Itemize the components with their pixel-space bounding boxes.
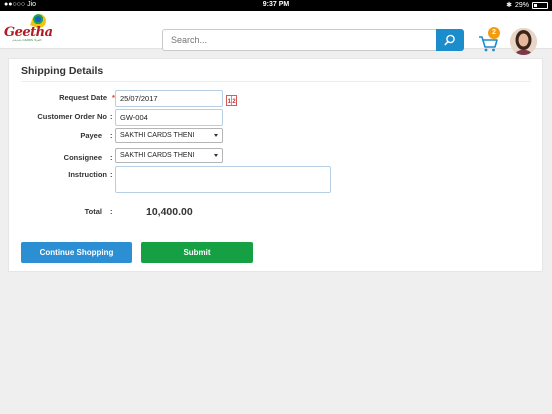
request-date-field[interactable]: 25/07/2017 [115,90,223,107]
calendar-icon[interactable]: 1 2 [226,93,237,106]
user-avatar-icon [510,28,537,55]
cart-count-badge: 2 [488,27,500,39]
consignee-label: Consignee [63,153,102,162]
consignee-selected-value: SAKTHI CARDS THENI [120,152,195,159]
title-divider [21,81,530,82]
payee-select[interactable]: SAKTHI CARDS THENI [115,128,223,143]
page-title: Shipping Details [21,65,104,77]
continue-shopping-button[interactable]: Continue Shopping [21,242,132,263]
calendar-glyph: 1 2 [226,95,237,106]
payee-selected-value: SAKTHI CARDS THENI [120,132,195,139]
consignee-select[interactable]: SAKTHI CARDS THENI [115,148,223,163]
brand-logo[interactable]: Geetha மங்கள CARDS தேனி [4,12,54,46]
request-date-label-text: Request Date [59,93,107,102]
submit-button[interactable]: Submit [141,242,253,263]
battery-icon [532,1,548,9]
search-button[interactable] [436,29,464,51]
colon: : [110,131,113,140]
bluetooth-icon: ✱ [506,2,512,9]
chevron-down-icon [214,154,218,157]
total-label: Total [84,207,102,216]
clock: 9:37 PM [262,1,290,8]
shipping-details-card: Shipping Details Request Date * : 25/07/… [8,58,543,272]
status-right: ✱ 29% [506,1,548,9]
battery-percent: 29% [514,1,529,9]
cart-button[interactable]: 2 [478,27,502,53]
colon: : [110,170,113,179]
payee-label: Payee [80,131,102,140]
total-amount: 10,400.00 [146,206,193,218]
search-icon [444,34,455,46]
chevron-down-icon [214,134,218,137]
logo-tagline: மங்கள CARDS தேனி [12,38,42,42]
colon: : [110,153,113,162]
app-header: Geetha மங்கள CARDS தேனி 2 [0,11,552,55]
customer-order-label: Customer Order No [37,112,107,121]
instruction-label: Instruction [68,170,107,179]
colon: : [110,207,113,216]
search-input[interactable] [162,29,436,51]
customer-order-field[interactable]: GW-004 [115,109,223,126]
avatar[interactable] [510,28,537,55]
colon: : [110,112,113,121]
status-bar: ●●○○○ Jio 9:37 PM ✱ 29% [0,0,552,11]
instruction-textarea[interactable] [115,166,331,193]
request-date-label: Request Date [59,93,107,102]
battery-fill [534,3,537,7]
